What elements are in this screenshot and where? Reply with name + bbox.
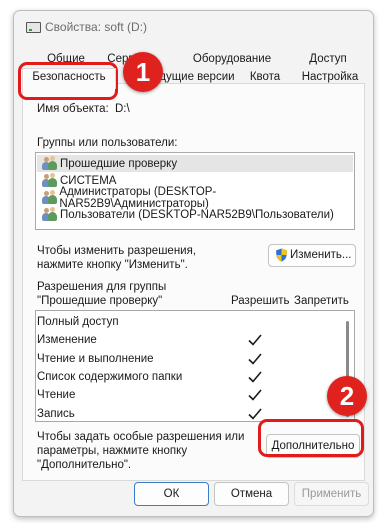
tab-sharing[interactable]: Доступ <box>294 51 362 68</box>
change-button-label: Изменить... <box>290 249 352 261</box>
advanced-hint-line3: "Дополнительно". <box>37 459 132 471</box>
change-hint-line1: Чтобы изменить разрешения, <box>37 245 197 257</box>
users-icon <box>42 173 57 187</box>
step-badge-2: 2 <box>327 376 367 416</box>
drive-icon <box>26 22 41 33</box>
list-item[interactable]: Администраторы (DESKTOP-NAR52B9\Админист… <box>42 186 354 210</box>
users-icon <box>42 190 57 204</box>
cancel-button[interactable]: Отмена <box>214 482 289 506</box>
permission-row: Список содержимого папки <box>37 370 183 383</box>
step-badge-1: 1 <box>123 52 163 92</box>
advanced-button-callout <box>258 419 364 457</box>
object-name-label: Имя объекта: <box>37 103 109 115</box>
allow-check-icon <box>248 353 262 365</box>
groups-label: Группы или пользователи: <box>37 137 178 149</box>
advanced-hint-line1: Чтобы задать особые разрешения или <box>37 431 245 443</box>
change-hint-line2: нажмите кнопку "Изменить". <box>37 259 188 271</box>
apply-button[interactable]: Применить <box>294 482 369 506</box>
tab-security[interactable]: Безопасность <box>22 68 116 89</box>
permission-row: Чтение <box>37 389 76 402</box>
advanced-hint-line2: параметры, нажмите кнопку <box>37 445 188 457</box>
title-bar: Свойства: soft (D:) <box>14 11 373 43</box>
permission-row: Полный доступ <box>37 316 119 328</box>
permission-row: Чтение и выполнение <box>37 352 154 365</box>
allow-check-icon <box>248 389 262 401</box>
list-item-label: Прошедшие проверку <box>60 157 178 170</box>
list-item[interactable]: Прошедшие проверку <box>42 155 177 172</box>
permission-row: Запись <box>37 407 75 420</box>
allow-check-icon <box>248 407 262 420</box>
list-item[interactable]: Пользователи (DESKTOP-NAR52B9\Пользовате… <box>42 206 334 223</box>
groups-list[interactable]: Прошедшие проверку СИСТЕМА Администратор… <box>35 152 355 230</box>
permissions-label-line2: "Прошедшие проверку" <box>37 295 163 307</box>
users-icon <box>42 207 57 221</box>
change-button[interactable]: Изменить... <box>268 244 356 267</box>
users-icon <box>42 156 57 170</box>
allow-check-icon <box>248 334 262 346</box>
list-item-label: Пользователи (DESKTOP-NAR52B9\Пользовате… <box>60 208 334 221</box>
deny-column-header: Запретить <box>294 295 349 307</box>
object-name-value: D:\ <box>115 103 130 115</box>
tab-hardware[interactable]: Оборудование <box>180 51 284 68</box>
allow-check-icon <box>248 371 262 383</box>
window-title: Свойства: soft (D:) <box>45 20 148 34</box>
permissions-label-line1: Разрешения для группы <box>37 281 167 293</box>
uac-shield-icon <box>276 248 287 262</box>
allow-column-header: Разрешить <box>231 295 290 307</box>
ok-button[interactable]: ОК <box>134 482 209 506</box>
permission-row: Изменение <box>37 334 97 347</box>
